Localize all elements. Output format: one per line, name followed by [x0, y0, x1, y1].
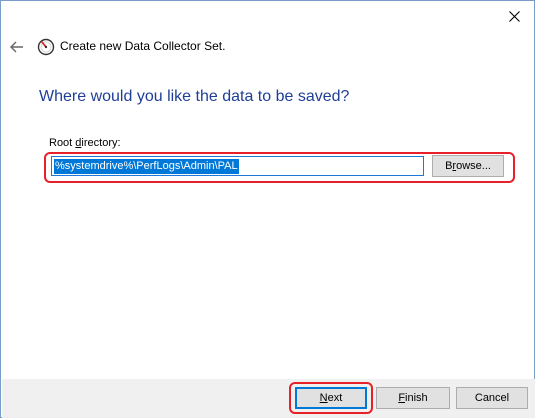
performance-monitor-icon	[37, 38, 55, 56]
back-button[interactable]	[7, 37, 27, 57]
root-directory-value: %systemdrive%\PerfLogs\Admin\PAL	[54, 159, 239, 174]
dialog-window: Create new Data Collector Set. Where wou…	[0, 0, 535, 418]
browse-button[interactable]: Browse...	[432, 155, 504, 177]
close-icon	[508, 10, 520, 22]
finish-button[interactable]: Finish	[376, 387, 450, 409]
finish-label: Finish	[398, 392, 428, 404]
next-button[interactable]: Next	[295, 387, 367, 409]
back-arrow-icon	[10, 41, 23, 53]
close-button[interactable]	[494, 1, 534, 31]
root-directory-input[interactable]: %systemdrive%\PerfLogs\Admin\PAL	[51, 156, 424, 176]
cancel-button[interactable]: Cancel	[456, 387, 528, 409]
root-directory-label: Root directory:	[49, 137, 121, 149]
page-heading: Where would you like the data to be save…	[39, 88, 350, 105]
next-label: Next	[319, 392, 343, 404]
cancel-label: Cancel	[474, 392, 510, 404]
browse-label: Browse...	[445, 160, 491, 172]
window-title: Create new Data Collector Set.	[60, 39, 226, 53]
